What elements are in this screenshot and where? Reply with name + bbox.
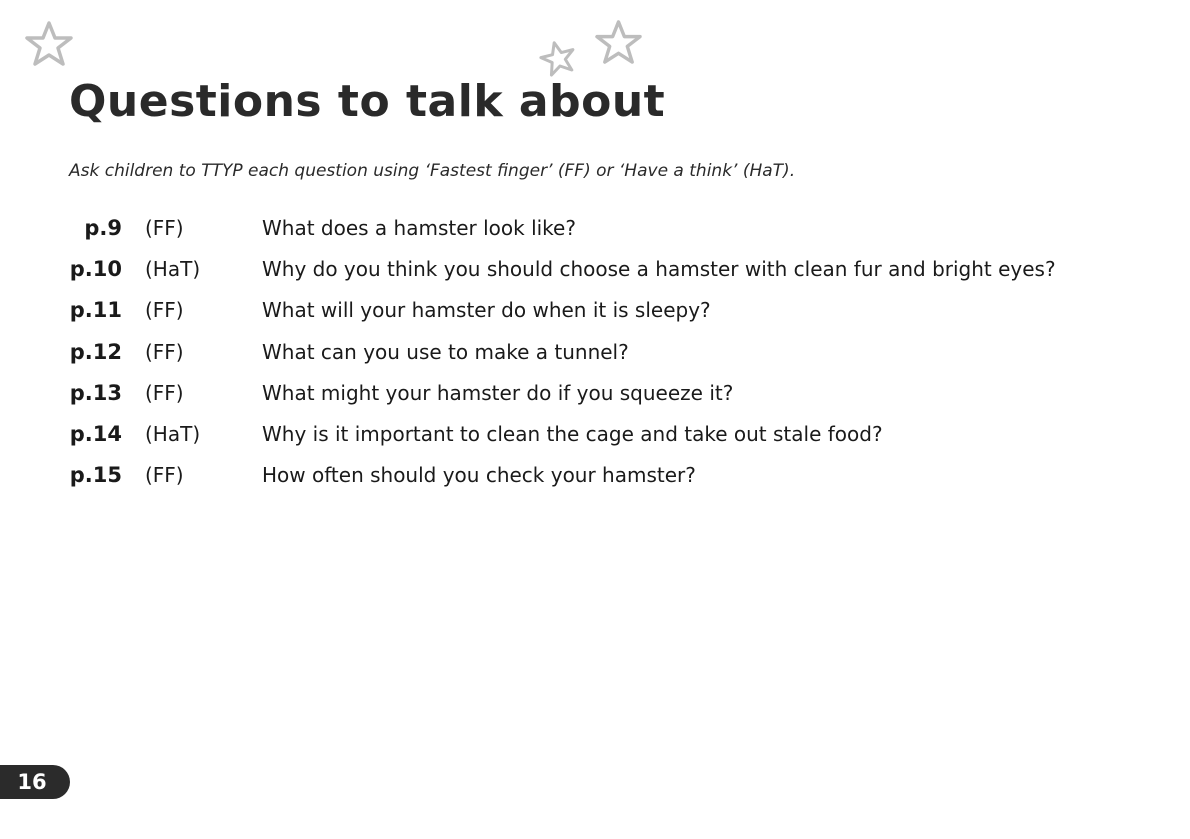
- question-page-ref: p.15: [69, 463, 122, 488]
- star-outline-icon: [539, 41, 575, 77]
- question-type: (FF): [145, 380, 184, 405]
- star-outline-icon: [25, 21, 73, 66]
- page-title: Questions to talk about: [69, 76, 666, 127]
- question-type: (FF): [145, 215, 184, 240]
- instruction-text: Ask children to TTYP each question using…: [69, 161, 796, 181]
- question-list: p.9 (FF) What does a hamster look like? …: [60, 207, 1070, 496]
- star-outline-icon: [595, 20, 642, 64]
- question-row: p.11 (FF) What will your hamster do when…: [60, 290, 1070, 331]
- question-text: Why is it important to clean the cage an…: [262, 422, 883, 447]
- question-page-ref: p.12: [69, 339, 122, 364]
- question-text: What can you use to make a tunnel?: [262, 339, 629, 364]
- question-type: (FF): [145, 463, 184, 488]
- question-type: (HaT): [145, 422, 201, 447]
- question-row: p.12 (FF) What can you use to make a tun…: [60, 331, 1070, 372]
- question-row: p.10 (HaT) Why do you think you should c…: [60, 248, 1070, 289]
- question-type: (HaT): [145, 256, 201, 281]
- question-page-ref: p.13: [69, 380, 122, 405]
- question-text: How often should you check your hamster?: [262, 463, 696, 488]
- question-page-ref: p.14: [69, 422, 122, 447]
- question-row: p.15 (FF) How often should you check you…: [60, 455, 1070, 496]
- page-number-badge: 16: [0, 765, 70, 799]
- question-page-ref: p.9: [84, 215, 122, 240]
- question-row: p.9 (FF) What does a hamster look like?: [60, 207, 1070, 248]
- question-page-ref: p.10: [69, 256, 122, 281]
- question-page-ref: p.11: [69, 298, 122, 323]
- question-text: Why do you think you should choose a ham…: [262, 256, 1056, 281]
- question-row: p.13 (FF) What might your hamster do if …: [60, 372, 1070, 413]
- question-text: What does a hamster look like?: [262, 215, 576, 240]
- question-type: (FF): [145, 339, 184, 364]
- question-text: What will your hamster do when it is sle…: [262, 298, 711, 323]
- question-type: (FF): [145, 298, 184, 323]
- question-row: p.14 (HaT) Why is it important to clean …: [60, 413, 1070, 454]
- question-text: What might your hamster do if you squeez…: [262, 380, 734, 405]
- page-number: 16: [17, 770, 47, 794]
